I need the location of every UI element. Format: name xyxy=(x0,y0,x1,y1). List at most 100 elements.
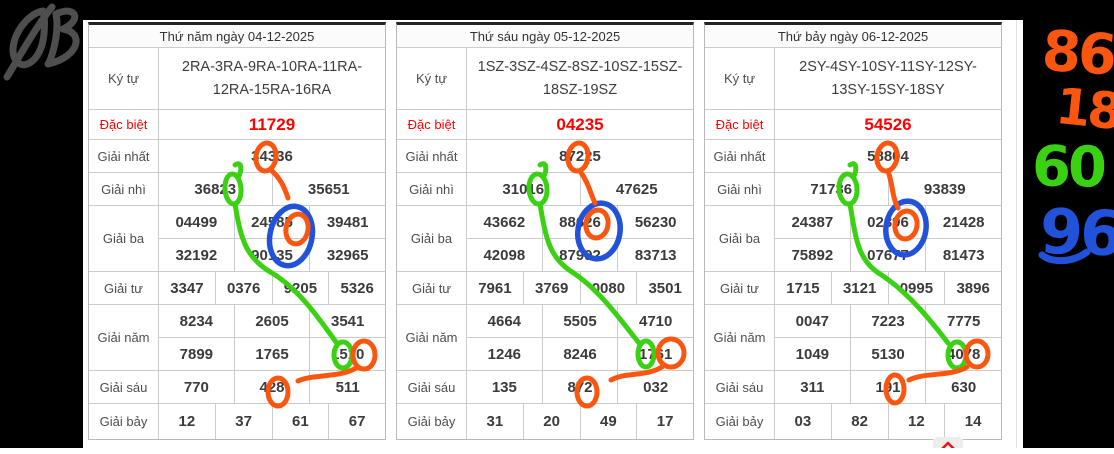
prize-value: 630 xyxy=(925,371,1001,403)
prize-value: 17 xyxy=(636,404,693,439)
prize-value: 191 xyxy=(850,371,926,403)
prize-value: 8246 xyxy=(542,338,618,370)
prize-value: 311 xyxy=(775,371,850,403)
prize-value: 93839 xyxy=(888,173,1002,205)
prize-value: 24387 xyxy=(775,206,850,238)
prize-value: 5505 xyxy=(542,305,618,337)
prize-value: 3121 xyxy=(831,272,888,304)
db-handwriting xyxy=(7,7,76,77)
prize-value: 37 xyxy=(215,404,272,439)
prize-value: 82 xyxy=(831,404,888,439)
special-prize-value: 04235 xyxy=(467,110,693,139)
prize-value: 87992 xyxy=(542,239,618,271)
prize-label: Giải sáu xyxy=(705,371,775,403)
bottom-strip xyxy=(0,448,1114,454)
prize-value: 1246 xyxy=(467,338,542,370)
prize-label: Giải năm xyxy=(397,305,467,370)
prize-value: 14 xyxy=(944,404,1001,439)
prize-value: 3769 xyxy=(523,272,580,304)
prize-value: 5130 xyxy=(850,338,926,370)
prize-value: 428 xyxy=(234,371,310,403)
prize-label: Giải sáu xyxy=(397,371,467,403)
prize-value: 20 xyxy=(523,404,580,439)
prize-label: Giải nhì xyxy=(705,173,775,205)
prize-value: 4710 xyxy=(617,305,693,337)
symbols-value: 2RA-3RA-9RA-10RA-11RA-12RA-15RA-16RA xyxy=(159,48,385,109)
scrollbar[interactable] xyxy=(1016,20,1017,448)
prize-value: 34336 xyxy=(159,140,385,172)
prize-value: 47625 xyxy=(580,173,694,205)
prize-label: Giải ba xyxy=(397,206,467,271)
prize-label: Giải bảy xyxy=(89,404,159,439)
prize-value: 83713 xyxy=(617,239,693,271)
prize-label: Giải năm xyxy=(89,305,159,370)
prize-value: 35651 xyxy=(272,173,386,205)
prize-value: 21428 xyxy=(925,206,1001,238)
prize-value: 0080 xyxy=(580,272,637,304)
result-table-day1: Thứ năm ngày 04-12-2025 Ký tự 2RA-3RA-9R… xyxy=(88,22,386,440)
prize-value: 32965 xyxy=(309,239,385,271)
result-table-day3: Thứ bảy ngày 06-12-2025 Ký tự 2SY-4SY-10… xyxy=(704,22,1002,440)
prize-label: Giải nhì xyxy=(397,173,467,205)
prize-value: 2605 xyxy=(234,305,310,337)
prize-label: Giải nhì xyxy=(89,173,159,205)
prize-value: 12 xyxy=(888,404,945,439)
prize-value: 03 xyxy=(775,404,831,439)
prize-value: 07677 xyxy=(850,239,926,271)
prize-value: 4664 xyxy=(467,305,542,337)
prize-value: 49 xyxy=(580,404,637,439)
table-date-header: Thứ bảy ngày 06-12-2025 xyxy=(705,25,1001,48)
prize-value: 1761 xyxy=(617,338,693,370)
table-date-header: Thứ sáu ngày 05-12-2025 xyxy=(397,25,693,48)
prize-value: 81473 xyxy=(925,239,1001,271)
prize-label: Giải bảy xyxy=(397,404,467,439)
prize-value: 39481 xyxy=(309,206,385,238)
prize-value: 4078 xyxy=(925,338,1001,370)
prize-value: 1715 xyxy=(775,272,831,304)
prize-label: Ký tự xyxy=(89,48,159,109)
prize-label: Giải ba xyxy=(89,206,159,271)
table-date-header: Thứ năm ngày 04-12-2025 xyxy=(89,25,385,48)
prize-label: Giải nhất xyxy=(89,140,159,172)
prize-value: 67 xyxy=(328,404,385,439)
prize-label: Giải bảy xyxy=(705,404,775,439)
prize-value: 3501 xyxy=(636,272,693,304)
prize-value: 61 xyxy=(272,404,329,439)
prize-value: 3541 xyxy=(309,305,385,337)
prize-value: 3347 xyxy=(159,272,215,304)
results-page: Thứ năm ngày 04-12-2025 Ký tự 2RA-3RA-9R… xyxy=(83,20,1023,454)
prize-value: 36823 xyxy=(159,173,272,205)
prize-label-special: Đặc biệt xyxy=(397,110,467,139)
prize-label: Giải ba xyxy=(705,206,775,271)
prize-label: Ký tự xyxy=(705,48,775,109)
prize-value: 7899 xyxy=(159,338,234,370)
result-table-day2: Thứ sáu ngày 05-12-2025 Ký tự 1SZ-3SZ-4S… xyxy=(396,22,694,440)
prize-label: Ký tự xyxy=(397,48,467,109)
prize-label: Giải năm xyxy=(705,305,775,370)
prize-value: 56230 xyxy=(617,206,693,238)
prize-value: 7775 xyxy=(925,305,1001,337)
prize-value: 43662 xyxy=(467,206,542,238)
prize-value: 24585 xyxy=(234,206,310,238)
prize-value: 5326 xyxy=(328,272,385,304)
symbols-value: 1SZ-3SZ-4SZ-8SZ-10SZ-15SZ-18SZ-19SZ xyxy=(467,48,693,109)
special-prize-value: 11729 xyxy=(159,110,385,139)
prize-value: 0995 xyxy=(888,272,945,304)
prize-value: 1510 xyxy=(309,338,385,370)
prize-value: 872 xyxy=(542,371,618,403)
prize-value: 135 xyxy=(467,371,542,403)
prize-label: Giải nhất xyxy=(397,140,467,172)
prize-value: 87225 xyxy=(467,140,693,172)
prize-label: Giải nhất xyxy=(705,140,775,172)
prize-value: 8234 xyxy=(159,305,234,337)
prize-value: 42098 xyxy=(467,239,542,271)
prize-value: 3896 xyxy=(944,272,1001,304)
prize-value: 0047 xyxy=(775,305,850,337)
prize-label-special: Đặc biệt xyxy=(705,110,775,139)
prize-label: Giải sáu xyxy=(89,371,159,403)
prize-label: Giải tư xyxy=(397,272,467,304)
prize-value: 0376 xyxy=(215,272,272,304)
prize-value: 02396 xyxy=(850,206,926,238)
prize-value: 71736 xyxy=(775,173,888,205)
prize-value: 770 xyxy=(159,371,234,403)
